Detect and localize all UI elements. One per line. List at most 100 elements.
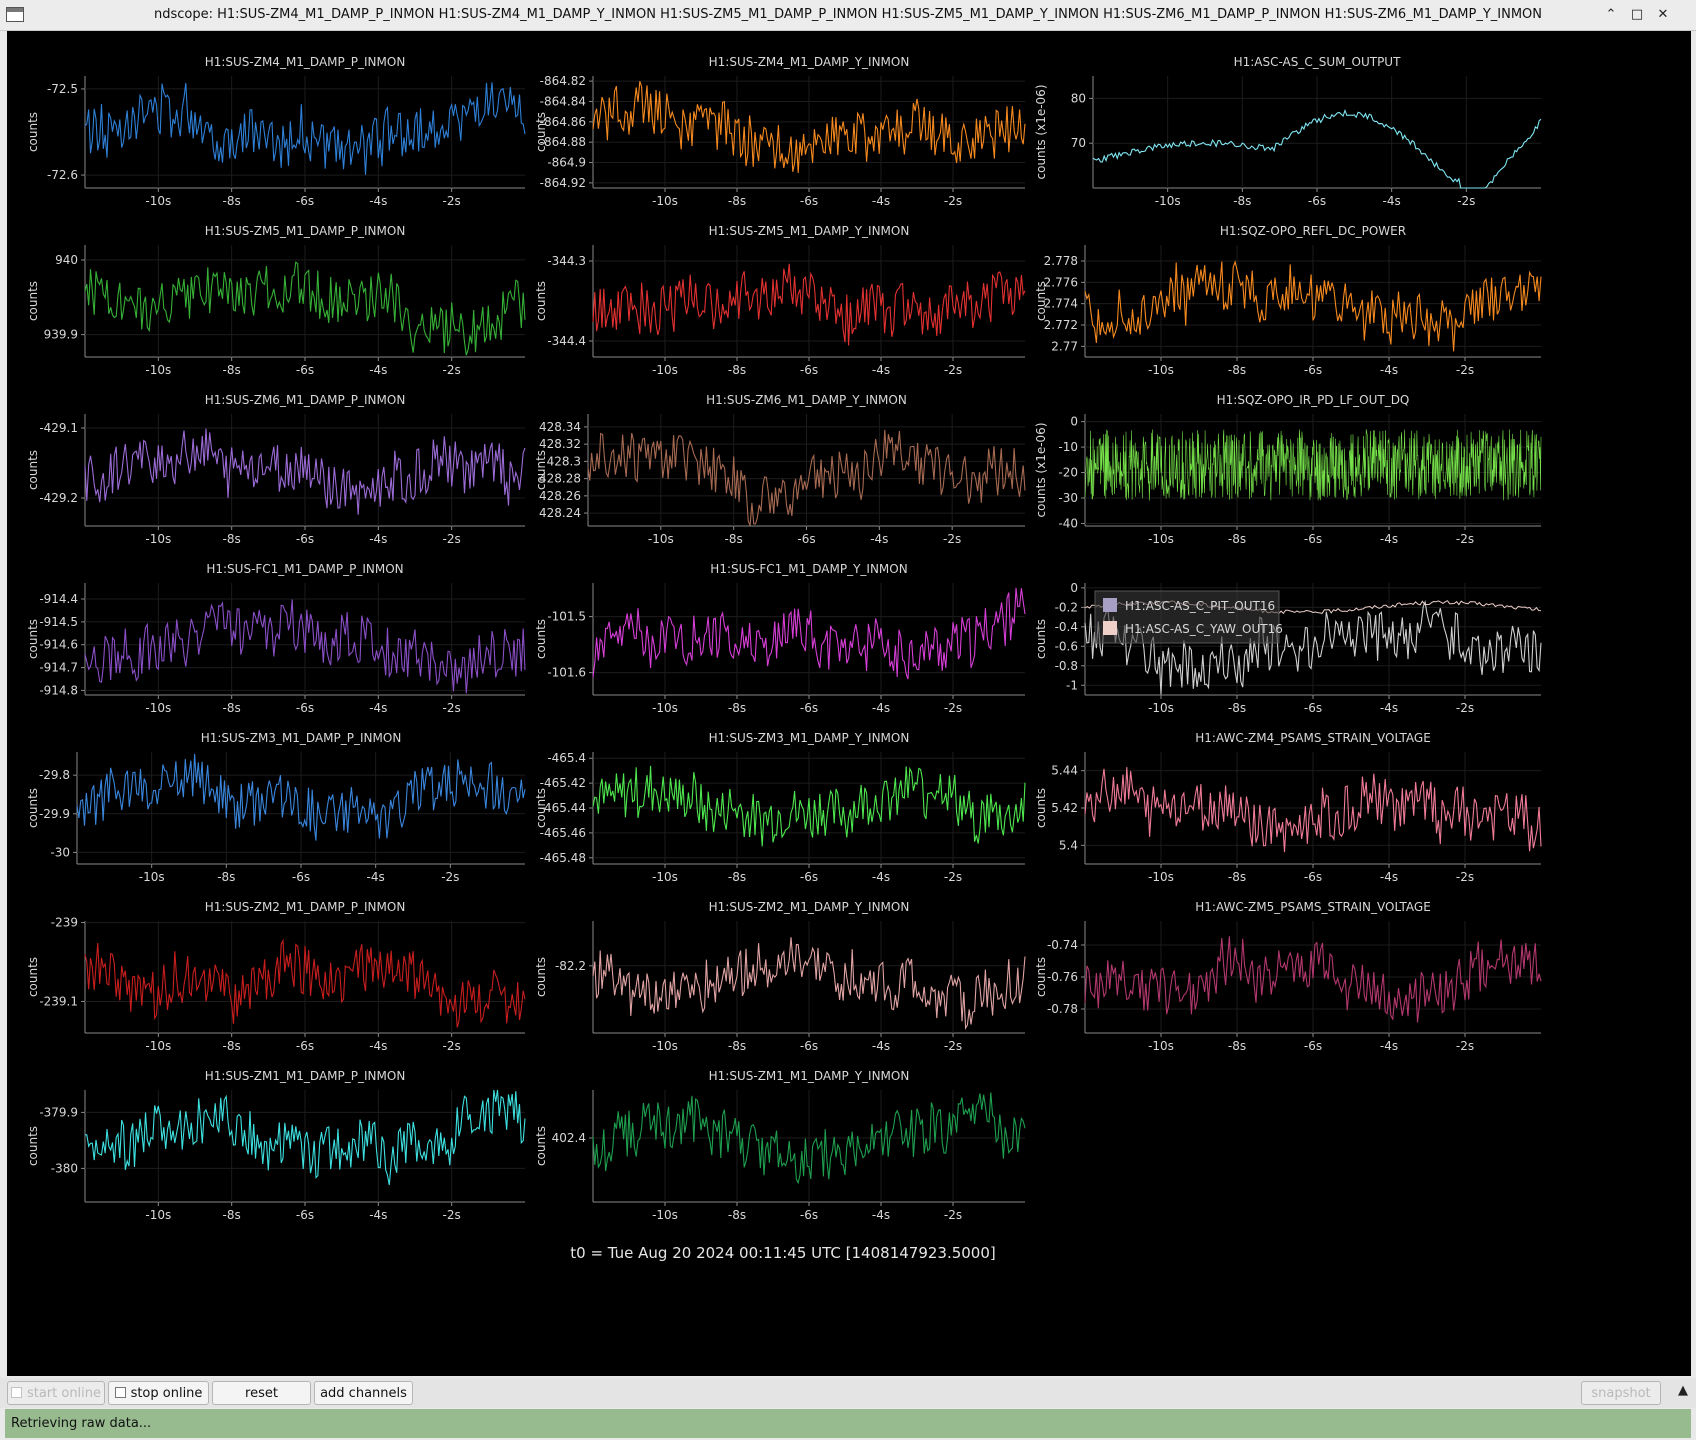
x-tick-label: -8s <box>1228 363 1246 377</box>
x-tick-label: -8s <box>728 870 746 884</box>
x-tick-label: -4s <box>367 870 385 884</box>
y-tick-label: 5.44 <box>1051 764 1078 778</box>
chart-title: H1:SUS-ZM2_M1_DAMP_P_INMON <box>205 900 406 914</box>
chart-title: H1:SUS-ZM6_M1_DAMP_Y_INMON <box>706 393 907 407</box>
x-tick-label: -4s <box>1383 194 1401 208</box>
x-tick-label: -6s <box>296 194 314 208</box>
x-tick-label: -6s <box>1304 1039 1322 1053</box>
legend-label: H1:ASC-AS_C_PIT_OUT16 <box>1125 599 1275 613</box>
x-tick-label: -8s <box>725 532 743 546</box>
chart-panel: -10s -8s -6s -4s -2s 0 -0.2 -0.4 -0.6 -0.8 -1 count… <box>1034 581 1542 715</box>
y-tick-label: -914.5 <box>39 615 78 629</box>
y-tick-label: 940 <box>55 253 78 267</box>
y-tick-label: -429.2 <box>39 491 78 505</box>
x-tick-label: -4s <box>1380 701 1398 715</box>
y-tick-label: -29.9 <box>39 807 70 821</box>
y-tick-label: -0.78 <box>1047 1002 1078 1016</box>
plot-area[interactable]: H1:SUS-ZM4_M1_DAMP_P_INMON -10s -8s -6s -4s -… <box>7 31 1691 1376</box>
y-tick-label: -239 <box>51 916 78 930</box>
chart-panel: H1:AWC-ZM5_PSAMS_STRAIN_VOLTAGE -10s -8s -6… <box>1034 900 1542 1053</box>
chart-panel: H1:SUS-ZM4_M1_DAMP_P_INMON -10s -8s -6s -4s -… <box>26 55 526 208</box>
add-channels-button[interactable]: add channels <box>314 1381 413 1405</box>
y-axis-label: counts <box>1034 281 1048 321</box>
y-tick-label: -864.92 <box>540 176 586 190</box>
chart-title: H1:AWC-ZM4_PSAMS_STRAIN_VOLTAGE <box>1195 731 1431 745</box>
x-tick-label: -2s <box>1456 701 1474 715</box>
x-tick-label: -4s <box>1380 870 1398 884</box>
y-tick-label: -0.76 <box>1047 970 1078 984</box>
chart-title: H1:SUS-ZM3_M1_DAMP_P_INMON <box>201 731 402 745</box>
x-tick-label: -10s <box>1155 194 1181 208</box>
y-tick-label: -82.2 <box>555 959 586 973</box>
y-axis-label: counts <box>1034 957 1048 997</box>
x-tick-label: -4s <box>1380 363 1398 377</box>
chart-title: H1:ASC-AS_C_SUM_OUTPUT <box>1234 55 1402 69</box>
y-tick-label: -380 <box>51 1161 78 1175</box>
x-tick-label: -10s <box>139 870 165 884</box>
minimize-icon[interactable]: ⌃ <box>1601 5 1621 25</box>
x-tick-label: -4s <box>1380 1039 1398 1053</box>
y-tick-label: -239.1 <box>39 994 78 1008</box>
x-tick-label: -4s <box>369 363 387 377</box>
y-tick-label: 2.772 <box>1044 318 1078 332</box>
chart-panel: H1:SUS-ZM6_M1_DAMP_Y_INMON -10s -8s -6s -4s -… <box>534 393 1026 546</box>
y-axis-label: counts <box>26 281 40 321</box>
x-tick-label: -8s <box>223 532 241 546</box>
window-title: ndscope: H1:SUS-ZM4_M1_DAMP_P_INMON H1:S… <box>153 7 1542 22</box>
reset-button[interactable]: reset <box>212 1381 311 1405</box>
x-tick-label: -6s <box>1304 363 1322 377</box>
y-tick-label: 428.32 <box>539 437 581 451</box>
x-tick-label: -10s <box>145 363 171 377</box>
x-tick-label: -4s <box>872 1039 890 1053</box>
x-tick-label: -8s <box>1228 701 1246 715</box>
chart-title: H1:SUS-ZM2_M1_DAMP_Y_INMON <box>709 900 910 914</box>
chart-title: H1:SQZ-OPO_REFL_DC_POWER <box>1220 224 1406 238</box>
x-tick-label: -6s <box>296 1208 314 1222</box>
x-tick-label: -2s <box>944 363 962 377</box>
y-tick-label: -0.8 <box>1055 659 1078 673</box>
x-tick-label: -10s <box>652 363 678 377</box>
y-axis-label: counts <box>26 619 40 659</box>
x-tick-label: -10s <box>652 870 678 884</box>
stop-online-button[interactable]: stop online <box>108 1381 209 1405</box>
status-bar: Retrieving raw data... <box>5 1409 1691 1438</box>
y-tick-label: -344.3 <box>547 254 586 268</box>
x-tick-label: -8s <box>728 1208 746 1222</box>
x-tick-label: -10s <box>652 1039 678 1053</box>
x-tick-label: -8s <box>728 363 746 377</box>
y-tick-label: -40 <box>1058 516 1078 530</box>
snapshot-button[interactable]: snapshot <box>1581 1381 1661 1405</box>
x-tick-label: -6s <box>800 870 818 884</box>
x-tick-label: -4s <box>872 363 890 377</box>
y-tick-label: -864.84 <box>540 94 586 108</box>
close-icon[interactable]: ✕ <box>1653 5 1673 25</box>
x-tick-label: -4s <box>1380 532 1398 546</box>
x-tick-label: -10s <box>652 194 678 208</box>
x-tick-label: -8s <box>1228 532 1246 546</box>
maximize-icon[interactable]: □ <box>1627 5 1647 25</box>
x-tick-label: -4s <box>872 701 890 715</box>
chart-panel: H1:SUS-ZM2_M1_DAMP_Y_INMON -10s -8s -6s -4s -… <box>534 900 1026 1053</box>
collapse-arrow-icon[interactable]: ▲ <box>1678 1383 1688 1398</box>
x-tick-label: -10s <box>145 1039 171 1053</box>
x-tick-label: -2s <box>1456 1039 1474 1053</box>
plot-grid[interactable]: H1:SUS-ZM4_M1_DAMP_P_INMON-10s -8s -6s -4s -… <box>7 31 1691 1376</box>
y-tick-label: -914.8 <box>39 683 78 697</box>
x-tick-label: -8s <box>217 870 235 884</box>
x-tick-label: -10s <box>1148 532 1174 546</box>
chart-panel: H1:SQZ-OPO_REFL_DC_POWER -10s -8s -6s -4s -2s… <box>1034 224 1542 377</box>
y-tick-label: -30 <box>50 845 70 859</box>
x-tick-label: -2s <box>1457 194 1475 208</box>
x-tick-label: -8s <box>1233 194 1251 208</box>
y-tick-label: 939.9 <box>44 328 78 342</box>
x-tick-label: -8s <box>728 701 746 715</box>
y-tick-label: -72.6 <box>47 168 78 182</box>
x-tick-label: -6s <box>1304 701 1322 715</box>
y-tick-label: 428.3 <box>547 454 581 468</box>
y-tick-label: -914.4 <box>39 592 78 606</box>
chart-title: H1:AWC-ZM5_PSAMS_STRAIN_VOLTAGE <box>1195 900 1431 914</box>
x-tick-label: -8s <box>223 1039 241 1053</box>
x-tick-label: -2s <box>443 1208 461 1222</box>
y-tick-label: 5.4 <box>1059 838 1078 852</box>
start-online-button[interactable]: start online <box>7 1381 105 1405</box>
